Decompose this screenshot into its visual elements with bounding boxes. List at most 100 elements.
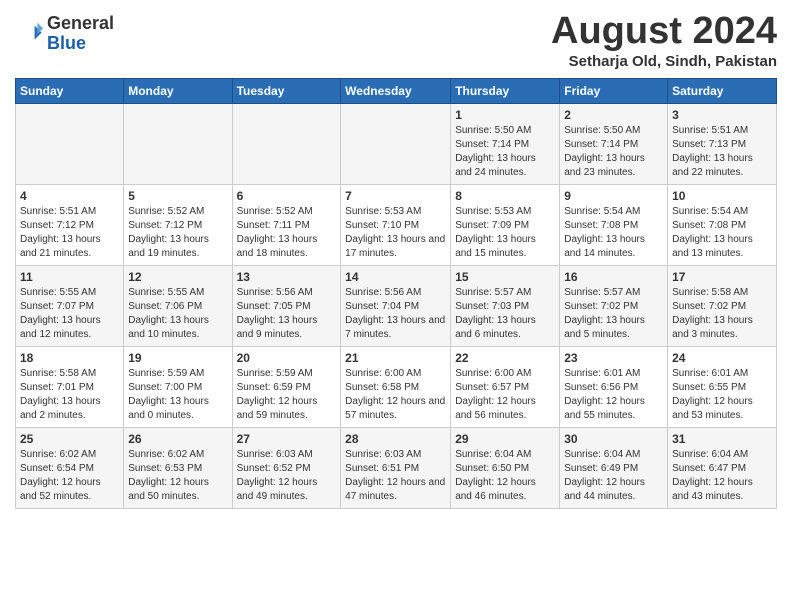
- calendar-cell: 4 Sunrise: 5:51 AM Sunset: 7:12 PM Daylig…: [16, 185, 124, 266]
- day-number: 15: [455, 270, 555, 284]
- calendar-cell: 10 Sunrise: 5:54 AM Sunset: 7:08 PM Dayli…: [668, 185, 777, 266]
- day-number: 29: [455, 432, 555, 446]
- cell-content: Sunrise: 5:58 AM Sunset: 7:02 PM Dayligh…: [672, 286, 772, 342]
- cell-content: Sunrise: 5:54 AM Sunset: 7:08 PM Dayligh…: [672, 205, 772, 261]
- cell-content: Sunrise: 6:04 AM Sunset: 6:49 PM Dayligh…: [564, 448, 663, 504]
- day-number: 18: [20, 351, 119, 365]
- logo-blue: Blue: [47, 34, 114, 54]
- calendar-week-row: 1 Sunrise: 5:50 AM Sunset: 7:14 PM Daylig…: [16, 104, 777, 185]
- cell-content: Sunrise: 6:03 AM Sunset: 6:52 PM Dayligh…: [237, 448, 337, 504]
- calendar-cell: 12Sunrise: 5:55 AM Sunset: 7:06 PM Dayli…: [124, 266, 232, 347]
- calendar-cell: 30 Sunrise: 6:04 AM Sunset: 6:49 PM Dayli…: [560, 428, 668, 509]
- calendar-cell: 28Sunrise: 6:03 AM Sunset: 6:51 PM Dayli…: [341, 428, 451, 509]
- calendar-cell: 7 Sunrise: 5:53 AM Sunset: 7:10 PM Daylig…: [341, 185, 451, 266]
- cell-content: Sunrise: 6:02 AM Sunset: 6:54 PM Dayligh…: [20, 448, 119, 504]
- cell-content: Sunrise: 6:04 AM Sunset: 6:50 PM Dayligh…: [455, 448, 555, 504]
- weekday-header: Friday: [560, 79, 668, 104]
- day-number: 5: [128, 189, 227, 203]
- month-title: August 2024: [551, 10, 777, 53]
- cell-content: Sunrise: 5:53 AM Sunset: 7:10 PM Dayligh…: [345, 205, 446, 261]
- cell-content: Sunrise: 5:52 AM Sunset: 7:12 PM Dayligh…: [128, 205, 227, 261]
- day-number: 3: [672, 108, 772, 122]
- cell-content: Sunrise: 5:57 AM Sunset: 7:02 PM Dayligh…: [564, 286, 663, 342]
- day-number: 20: [237, 351, 337, 365]
- cell-content: Sunrise: 5:54 AM Sunset: 7:08 PM Dayligh…: [564, 205, 663, 261]
- day-number: 21: [345, 351, 446, 365]
- cell-content: Sunrise: 5:50 AM Sunset: 7:14 PM Dayligh…: [455, 124, 555, 180]
- cell-content: Sunrise: 5:59 AM Sunset: 7:00 PM Dayligh…: [128, 367, 227, 423]
- day-number: 6: [237, 189, 337, 203]
- logo-general: General: [47, 14, 114, 34]
- cell-content: Sunrise: 5:51 AM Sunset: 7:12 PM Dayligh…: [20, 205, 119, 261]
- calendar-cell: [124, 104, 232, 185]
- weekday-header: Wednesday: [341, 79, 451, 104]
- weekday-header: Sunday: [16, 79, 124, 104]
- day-number: 2: [564, 108, 663, 122]
- calendar-cell: 8Sunrise: 5:53 AM Sunset: 7:09 PM Daylig…: [451, 185, 560, 266]
- day-number: 12: [128, 270, 227, 284]
- calendar-cell: 5 Sunrise: 5:52 AM Sunset: 7:12 PM Daylig…: [124, 185, 232, 266]
- day-number: 10: [672, 189, 772, 203]
- location: Setharja Old, Sindh, Pakistan: [551, 53, 777, 70]
- cell-content: Sunrise: 5:57 AM Sunset: 7:03 PM Dayligh…: [455, 286, 555, 342]
- calendar-week-row: 25 Sunrise: 6:02 AM Sunset: 6:54 PM Dayli…: [16, 428, 777, 509]
- day-number: 14: [345, 270, 446, 284]
- calendar-cell: 20 Sunrise: 5:59 AM Sunset: 6:59 PM Dayli…: [232, 347, 341, 428]
- day-number: 25: [20, 432, 119, 446]
- cell-content: Sunrise: 6:01 AM Sunset: 6:56 PM Dayligh…: [564, 367, 663, 423]
- calendar-cell: [16, 104, 124, 185]
- calendar-week-row: 4 Sunrise: 5:51 AM Sunset: 7:12 PM Daylig…: [16, 185, 777, 266]
- calendar-cell: [341, 104, 451, 185]
- day-number: 26: [128, 432, 227, 446]
- day-number: 30: [564, 432, 663, 446]
- calendar-cell: 26Sunrise: 6:02 AM Sunset: 6:53 PM Dayli…: [124, 428, 232, 509]
- calendar-cell: 1 Sunrise: 5:50 AM Sunset: 7:14 PM Daylig…: [451, 104, 560, 185]
- calendar-cell: 17 Sunrise: 5:58 AM Sunset: 7:02 PM Dayli…: [668, 266, 777, 347]
- calendar-cell: 25 Sunrise: 6:02 AM Sunset: 6:54 PM Dayli…: [16, 428, 124, 509]
- day-number: 1: [455, 108, 555, 122]
- weekday-row: SundayMondayTuesdayWednesdayThursdayFrid…: [16, 79, 777, 104]
- day-number: 13: [237, 270, 337, 284]
- cell-content: Sunrise: 5:59 AM Sunset: 6:59 PM Dayligh…: [237, 367, 337, 423]
- day-number: 31: [672, 432, 772, 446]
- calendar-cell: 21 Sunrise: 6:00 AM Sunset: 6:58 PM Dayli…: [341, 347, 451, 428]
- page-header: General Blue August 2024 Setharja Old, S…: [15, 10, 777, 70]
- cell-content: Sunrise: 5:55 AM Sunset: 7:07 PM Dayligh…: [20, 286, 119, 342]
- day-number: 19: [128, 351, 227, 365]
- calendar-cell: 3 Sunrise: 5:51 AM Sunset: 7:13 PM Daylig…: [668, 104, 777, 185]
- day-number: 23: [564, 351, 663, 365]
- calendar-table: SundayMondayTuesdayWednesdayThursdayFrid…: [15, 78, 777, 509]
- logo-text: General Blue: [47, 14, 114, 54]
- cell-content: Sunrise: 5:50 AM Sunset: 7:14 PM Dayligh…: [564, 124, 663, 180]
- day-number: 22: [455, 351, 555, 365]
- cell-content: Sunrise: 6:01 AM Sunset: 6:55 PM Dayligh…: [672, 367, 772, 423]
- cell-content: Sunrise: 5:56 AM Sunset: 7:05 PM Dayligh…: [237, 286, 337, 342]
- cell-content: Sunrise: 5:51 AM Sunset: 7:13 PM Dayligh…: [672, 124, 772, 180]
- cell-content: Sunrise: 5:56 AM Sunset: 7:04 PM Dayligh…: [345, 286, 446, 342]
- cell-content: Sunrise: 6:00 AM Sunset: 6:58 PM Dayligh…: [345, 367, 446, 423]
- cell-content: Sunrise: 5:52 AM Sunset: 7:11 PM Dayligh…: [237, 205, 337, 261]
- calendar-week-row: 18 Sunrise: 5:58 AM Sunset: 7:01 PM Dayli…: [16, 347, 777, 428]
- day-number: 4: [20, 189, 119, 203]
- calendar-cell: 9 Sunrise: 5:54 AM Sunset: 7:08 PM Daylig…: [560, 185, 668, 266]
- calendar-cell: [232, 104, 341, 185]
- calendar-cell: 13 Sunrise: 5:56 AM Sunset: 7:05 PM Dayli…: [232, 266, 341, 347]
- logo: General Blue: [15, 14, 114, 54]
- cell-content: Sunrise: 6:00 AM Sunset: 6:57 PM Dayligh…: [455, 367, 555, 423]
- weekday-header: Tuesday: [232, 79, 341, 104]
- calendar-cell: 31 Sunrise: 6:04 AM Sunset: 6:47 PM Dayli…: [668, 428, 777, 509]
- day-number: 7: [345, 189, 446, 203]
- title-area: August 2024 Setharja Old, Sindh, Pakista…: [551, 10, 777, 70]
- calendar-cell: 24Sunrise: 6:01 AM Sunset: 6:55 PM Dayli…: [668, 347, 777, 428]
- calendar-cell: 15 Sunrise: 5:57 AM Sunset: 7:03 PM Dayli…: [451, 266, 560, 347]
- day-number: 9: [564, 189, 663, 203]
- day-number: 8: [455, 189, 555, 203]
- weekday-header: Monday: [124, 79, 232, 104]
- day-number: 17: [672, 270, 772, 284]
- calendar-cell: 6 Sunrise: 5:52 AM Sunset: 7:11 PM Daylig…: [232, 185, 341, 266]
- day-number: 28: [345, 432, 446, 446]
- calendar-cell: 29 Sunrise: 6:04 AM Sunset: 6:50 PM Dayli…: [451, 428, 560, 509]
- cell-content: Sunrise: 6:04 AM Sunset: 6:47 PM Dayligh…: [672, 448, 772, 504]
- calendar-cell: 2 Sunrise: 5:50 AM Sunset: 7:14 PM Daylig…: [560, 104, 668, 185]
- cell-content: Sunrise: 5:58 AM Sunset: 7:01 PM Dayligh…: [20, 367, 119, 423]
